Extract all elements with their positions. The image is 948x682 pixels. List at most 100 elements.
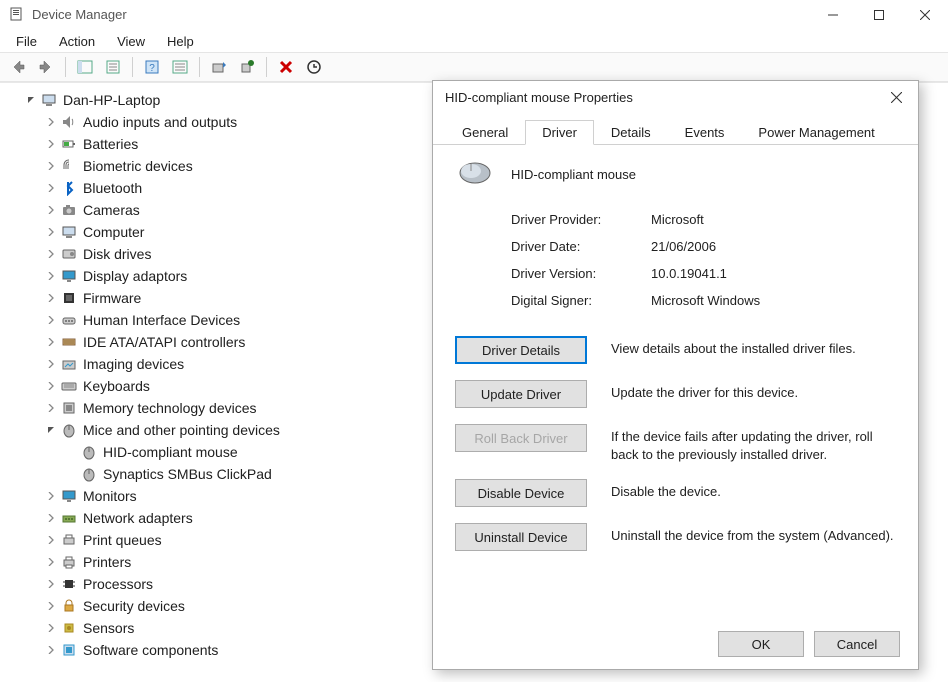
disable-device-button[interactable]: Disable Device <box>455 479 587 507</box>
chevron-right-icon[interactable] <box>44 379 58 393</box>
tree-label: Audio inputs and outputs <box>83 114 237 130</box>
cancel-button[interactable]: Cancel <box>814 631 900 657</box>
tree-label: Cameras <box>83 202 140 218</box>
minimize-button[interactable] <box>810 0 856 30</box>
device-category-icon <box>60 268 78 284</box>
chevron-right-icon[interactable] <box>44 357 58 371</box>
tree-label: Software components <box>83 642 218 658</box>
device-category-icon <box>60 290 78 306</box>
provider-value: Microsoft <box>651 212 896 227</box>
chevron-right-icon[interactable] <box>44 401 58 415</box>
tab-driver[interactable]: Driver <box>525 120 594 145</box>
back-button[interactable] <box>6 55 30 79</box>
separator <box>132 57 133 77</box>
chevron-right-icon[interactable] <box>44 533 58 547</box>
menu-action[interactable]: Action <box>49 32 105 51</box>
chevron-right-icon[interactable] <box>44 137 58 151</box>
chevron-right-icon[interactable] <box>44 181 58 195</box>
version-label: Driver Version: <box>511 266 651 281</box>
device-category-icon <box>60 400 78 416</box>
device-category-icon <box>60 334 78 350</box>
tree-label: Security devices <box>83 598 185 614</box>
chevron-right-icon[interactable] <box>44 269 58 283</box>
driver-details-button[interactable]: Driver Details <box>455 336 587 364</box>
chevron-down-icon[interactable] <box>44 423 58 437</box>
tree-label: HID-compliant mouse <box>103 444 238 460</box>
tree-label: Firmware <box>83 290 141 306</box>
toolbar: ? <box>0 52 948 82</box>
tab-strip: General Driver Details Events Power Mana… <box>433 113 918 145</box>
tree-label: Print queues <box>83 532 162 548</box>
menu-help[interactable]: Help <box>157 32 204 51</box>
chevron-right-icon[interactable] <box>44 555 58 569</box>
window-controls <box>810 0 948 29</box>
forward-button[interactable] <box>34 55 58 79</box>
menu-view[interactable]: View <box>107 32 155 51</box>
device-category-icon <box>60 510 78 526</box>
uninstall-icon[interactable] <box>274 55 298 79</box>
device-category-icon <box>60 224 78 240</box>
properties-icon[interactable] <box>101 55 125 79</box>
update-icon[interactable] <box>207 55 231 79</box>
tab-general[interactable]: General <box>445 120 525 145</box>
show-panel-icon[interactable] <box>73 55 97 79</box>
window-title: Device Manager <box>32 7 810 22</box>
date-label: Driver Date: <box>511 239 651 254</box>
chevron-right-icon[interactable] <box>44 599 58 613</box>
device-category-icon <box>60 158 78 174</box>
close-button[interactable] <box>902 0 948 30</box>
chevron-right-icon[interactable] <box>44 577 58 591</box>
separator <box>266 57 267 77</box>
signer-value: Microsoft Windows <box>651 293 896 308</box>
chevron-right-icon[interactable] <box>44 489 58 503</box>
separator <box>65 57 66 77</box>
tree-label: Human Interface Devices <box>83 312 240 328</box>
chevron-right-icon[interactable] <box>44 643 58 657</box>
maximize-button[interactable] <box>856 0 902 30</box>
tree-label: Bluetooth <box>83 180 142 196</box>
chevron-right-icon[interactable] <box>44 313 58 327</box>
rollback-driver-desc: If the device fails after updating the d… <box>611 424 896 463</box>
tree-label: Sensors <box>83 620 134 636</box>
chevron-right-icon[interactable] <box>44 335 58 349</box>
chevron-right-icon[interactable] <box>44 115 58 129</box>
chevron-right-icon[interactable] <box>44 291 58 305</box>
uninstall-device-button[interactable]: Uninstall Device <box>455 523 587 551</box>
menu-bar: File Action View Help <box>0 30 948 52</box>
chevron-right-icon[interactable] <box>44 621 58 635</box>
uninstall-device-desc: Uninstall the device from the system (Ad… <box>611 523 896 545</box>
menu-file[interactable]: File <box>6 32 47 51</box>
tree-label: Mice and other pointing devices <box>83 422 280 438</box>
tree-label: Synaptics SMBus ClickPad <box>103 466 272 482</box>
ok-button[interactable]: OK <box>718 631 804 657</box>
device-icon <box>80 444 98 460</box>
disable-icon[interactable] <box>302 55 326 79</box>
update-driver-button[interactable]: Update Driver <box>455 380 587 408</box>
tab-events[interactable]: Events <box>668 120 742 145</box>
tree-label: Batteries <box>83 136 138 152</box>
help-icon[interactable]: ? <box>140 55 164 79</box>
scan-hardware-icon[interactable] <box>235 55 259 79</box>
tree-label: Disk drives <box>83 246 151 262</box>
chevron-right-icon[interactable] <box>44 247 58 261</box>
chevron-right-icon[interactable] <box>44 511 58 525</box>
chevron-down-icon[interactable] <box>24 93 38 107</box>
tree-label: Network adapters <box>83 510 193 526</box>
dialog-close-button[interactable] <box>876 82 916 112</box>
spacer <box>64 467 78 481</box>
tree-label: Computer <box>83 224 144 240</box>
disable-device-desc: Disable the device. <box>611 479 896 501</box>
chevron-right-icon[interactable] <box>44 203 58 217</box>
tab-power-management[interactable]: Power Management <box>741 120 891 145</box>
chevron-right-icon[interactable] <box>44 225 58 239</box>
tab-details[interactable]: Details <box>594 120 668 145</box>
list-icon[interactable] <box>168 55 192 79</box>
signer-label: Digital Signer: <box>511 293 651 308</box>
tree-label: Printers <box>83 554 131 570</box>
chevron-right-icon[interactable] <box>44 159 58 173</box>
separator <box>199 57 200 77</box>
device-category-icon <box>60 356 78 372</box>
device-category-icon <box>60 378 78 394</box>
device-category-icon <box>60 642 78 658</box>
device-category-icon <box>60 598 78 614</box>
